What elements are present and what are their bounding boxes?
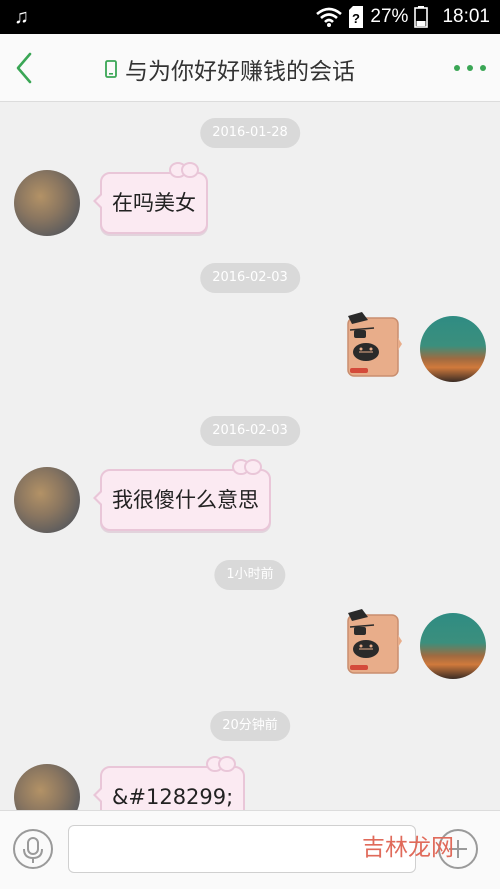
more-options-button[interactable] bbox=[452, 56, 488, 80]
message-text: &#128299; bbox=[112, 785, 234, 809]
incoming-message-bubble[interactable]: &#128299; bbox=[92, 756, 246, 810]
my-avatar[interactable] bbox=[420, 613, 486, 679]
microphone-icon bbox=[23, 837, 43, 863]
back-chevron-icon bbox=[16, 52, 32, 84]
message-text: 我很傻什么意思 bbox=[112, 488, 259, 512]
bunny-ears-decoration bbox=[206, 756, 237, 772]
status-icons: ? 27% 18:01 bbox=[316, 5, 490, 29]
timestamp: 2016-01-28 bbox=[200, 118, 300, 148]
back-button[interactable] bbox=[10, 50, 40, 86]
message-list[interactable]: 2016-01-28 在吗美女 2016-02-03 2016-02-03 我很… bbox=[0, 102, 500, 810]
contact-avatar[interactable] bbox=[14, 764, 80, 810]
bunny-ears-decoration bbox=[169, 162, 199, 178]
status-bar: ♫ ? 27% 18:01 bbox=[0, 0, 500, 34]
timestamp: 2016-02-03 bbox=[200, 263, 300, 293]
incoming-message-bubble[interactable]: 我很傻什么意思 bbox=[93, 459, 271, 531]
mobile-phone-icon bbox=[105, 60, 117, 78]
sim-card-icon: ? bbox=[348, 6, 364, 28]
wifi-icon bbox=[316, 7, 343, 27]
timestamp: 2016-02-03 bbox=[200, 416, 300, 446]
my-avatar[interactable] bbox=[420, 316, 486, 382]
contact-avatar[interactable] bbox=[14, 170, 80, 236]
message-text: 在吗美女 bbox=[112, 191, 196, 215]
more-dots-icon bbox=[454, 65, 486, 71]
status-time: 18:01 bbox=[442, 6, 490, 27]
music-note-icon: ♫ bbox=[14, 6, 29, 28]
pirate-robot-sticker[interactable] bbox=[344, 310, 402, 378]
timestamp: 20分钟前 bbox=[210, 711, 290, 741]
page-title: 与为你好好赚钱的会话 bbox=[125, 59, 355, 85]
voice-input-button[interactable] bbox=[13, 829, 53, 869]
incoming-message-bubble[interactable]: 在吗美女 bbox=[93, 162, 208, 234]
battery-percent: 27% bbox=[370, 6, 409, 27]
timestamp: 1小时前 bbox=[214, 560, 286, 590]
chat-header: 与为你好好赚钱的会话 bbox=[0, 34, 500, 102]
chat-title: 与为你好好赚钱的会话 bbox=[105, 52, 355, 86]
battery-icon bbox=[414, 6, 429, 28]
bunny-ears-decoration bbox=[232, 459, 262, 475]
pirate-robot-sticker[interactable] bbox=[344, 607, 402, 675]
watermark: 吉林龙网 bbox=[362, 835, 454, 861]
contact-avatar[interactable] bbox=[14, 467, 80, 533]
svg-text:?: ? bbox=[352, 11, 360, 26]
